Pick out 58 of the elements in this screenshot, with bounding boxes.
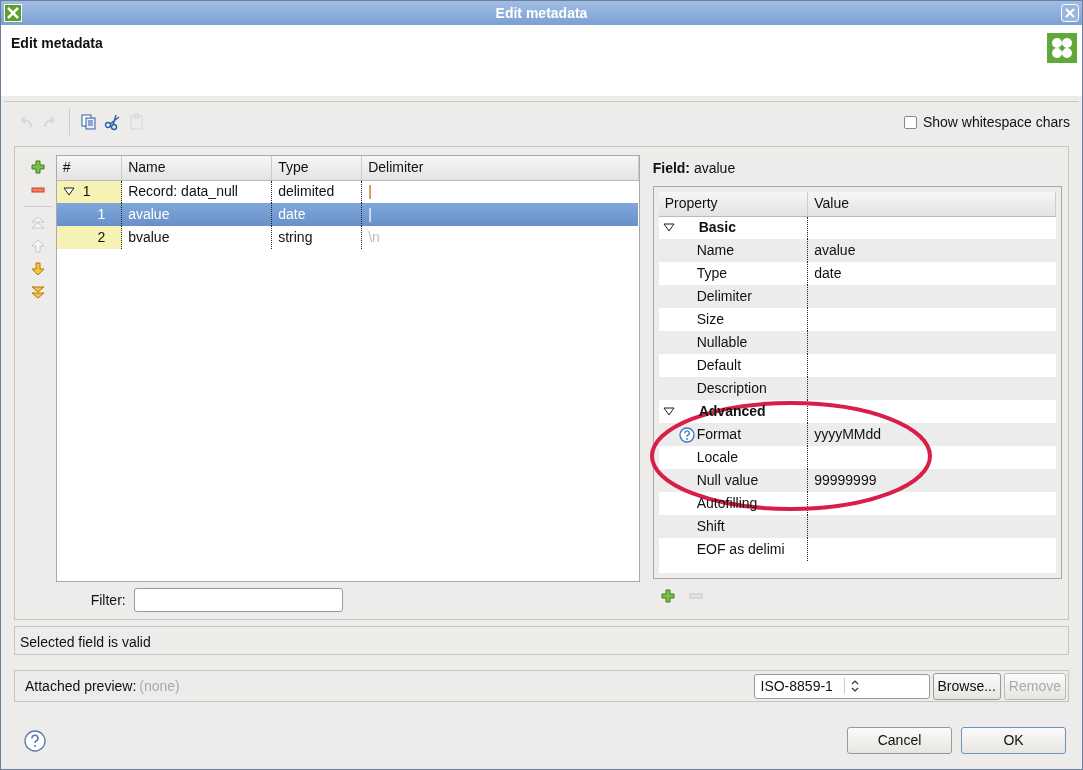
- logo-icon: [1047, 33, 1077, 63]
- property-name: Delimiter: [696, 287, 752, 306]
- checkbox[interactable]: [903, 115, 917, 129]
- window-title: Edit metadata: [494, 3, 589, 23]
- property-value: yyyyMMdd: [814, 426, 882, 442]
- expander-icon[interactable]: [662, 406, 675, 417]
- property-name: Format: [696, 425, 742, 444]
- help-icon[interactable]: [24, 729, 46, 752]
- property-value: 99999999: [814, 472, 877, 488]
- expander-icon[interactable]: [62, 186, 75, 197]
- column-header[interactable]: Value: [807, 192, 1056, 216]
- property-name: Name: [696, 241, 735, 260]
- scissors-icon[interactable]: [104, 113, 122, 131]
- property-name: Shift: [696, 517, 725, 536]
- property-name: Nullable: [696, 333, 748, 352]
- preview-value: (none): [139, 676, 180, 696]
- property-value: avalue: [814, 242, 856, 258]
- table-cell[interactable]: 2: [56, 226, 122, 249]
- app-icon: [4, 4, 22, 22]
- property-name: Default: [696, 356, 742, 375]
- move-down-icon[interactable]: [31, 262, 46, 276]
- table-cell[interactable]: Record: data_null: [121, 180, 272, 203]
- encoding-dropdown[interactable]: ISO-8859-1: [753, 673, 930, 699]
- column-header[interactable]: Name: [121, 156, 272, 180]
- add-icon[interactable]: [31, 160, 46, 174]
- cancel-button[interactable]: Cancel: [847, 727, 952, 754]
- add-icon[interactable]: [660, 589, 675, 603]
- preview-button[interactable]: Browse...: [932, 672, 1001, 700]
- preview-label: Attached preview:: [25, 676, 137, 696]
- property-name: Null value: [696, 471, 759, 490]
- property-name: Description: [696, 379, 767, 398]
- move-bottom-icon[interactable]: [31, 285, 46, 299]
- help-icon[interactable]: [678, 426, 695, 443]
- column-header[interactable]: #: [56, 156, 122, 180]
- table-cell[interactable]: 1: [56, 180, 122, 203]
- filter-field[interactable]: [133, 588, 343, 612]
- property-value: date: [814, 265, 842, 281]
- table-cell[interactable]: |: [361, 180, 639, 203]
- field-title: Field: avalue: [652, 159, 737, 178]
- column-header[interactable]: Type: [271, 156, 362, 180]
- property-name: Size: [696, 310, 724, 329]
- dialog-heading: Edit metadata: [11, 34, 103, 53]
- property-name: Locale: [696, 448, 738, 467]
- property-name: Type: [696, 264, 728, 283]
- column-header[interactable]: Property: [658, 192, 808, 216]
- property-name: EOF as delimi: [696, 540, 785, 559]
- expander-icon[interactable]: [662, 222, 675, 233]
- copy-icon[interactable]: [80, 113, 98, 131]
- group-name: Basic: [698, 218, 737, 238]
- status-message: Selected field is valid: [20, 634, 151, 650]
- close-icon[interactable]: [1061, 4, 1079, 22]
- checkbox-label[interactable]: Show whitespace chars: [922, 111, 1070, 133]
- filter-label: Filter:: [90, 590, 126, 610]
- table-cell[interactable]: bvalue: [121, 226, 272, 249]
- ok-button[interactable]: OK: [961, 727, 1066, 754]
- table-cell[interactable]: string: [271, 226, 362, 249]
- row-number: 1: [82, 182, 91, 202]
- column-header[interactable]: Delimiter: [361, 156, 639, 180]
